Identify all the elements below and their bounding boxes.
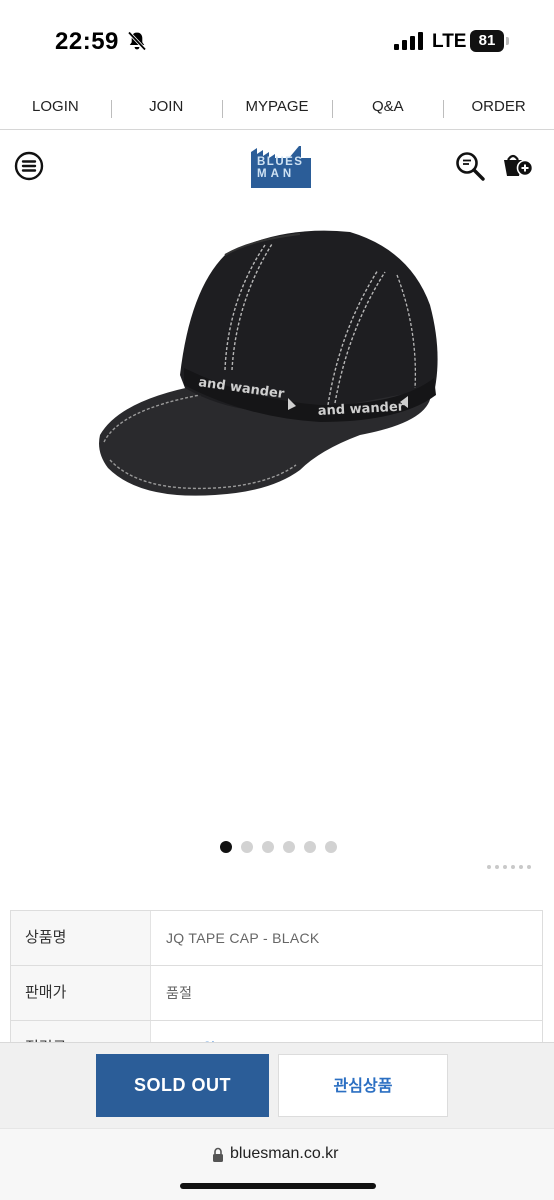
carousel-dot-5[interactable] <box>304 841 316 853</box>
carousel-dot-6[interactable] <box>325 841 337 853</box>
carousel-dots <box>220 841 337 853</box>
info-label-name: 상품명 <box>11 911 151 965</box>
product-image[interactable]: and wander and wander <box>0 210 554 820</box>
nav-mypage[interactable]: MYPAGE <box>221 98 333 118</box>
nav-qna[interactable]: Q&A <box>332 98 443 118</box>
status-time: 22:59 <box>55 28 119 55</box>
network-label: LTE <box>432 31 467 52</box>
carousel-dot-1[interactable] <box>220 841 232 853</box>
more-options-icon[interactable] <box>487 865 533 871</box>
sold-out-button[interactable]: SOLD OUT <box>96 1054 269 1117</box>
search-icon[interactable] <box>455 151 485 181</box>
status-bar: 22:59 LTE 81 <box>0 0 554 80</box>
info-value-price: 품절 <box>166 985 193 1001</box>
url-text: bluesman.co.kr <box>230 1145 339 1162</box>
carousel-dot-3[interactable] <box>262 841 274 853</box>
battery-tip <box>506 37 509 45</box>
nav-login[interactable]: LOGIN <box>0 98 111 115</box>
logo-line1: BLUES <box>257 156 304 168</box>
browser-address-bar[interactable]: bluesman.co.kr <box>0 1128 554 1200</box>
logo-text: BLUES MAN <box>257 156 303 180</box>
info-label-price: 판매가 <box>11 966 151 1020</box>
home-indicator[interactable] <box>180 1183 376 1189</box>
logo-line2: MAN <box>257 168 296 180</box>
site-header: BLUES MAN <box>0 131 554 203</box>
lock-icon <box>213 1147 223 1162</box>
battery-icon: 81 <box>470 30 510 52</box>
info-value-name: JQ TAPE CAP - BLACK <box>166 930 320 946</box>
carousel-dot-2[interactable] <box>241 841 253 853</box>
menu-icon[interactable] <box>14 151 44 181</box>
bell-muted-icon <box>127 31 147 51</box>
info-row-name: 상품명 JQ TAPE CAP - BLACK <box>11 911 542 966</box>
cart-add-icon[interactable] <box>502 151 534 181</box>
action-bar: SOLD OUT 관심상품 <box>0 1042 554 1128</box>
nav-join[interactable]: JOIN <box>110 98 222 118</box>
cap-illustration: and wander and wander <box>99 230 438 496</box>
top-nav: LOGIN JOIN MYPAGE Q&A ORDER <box>0 84 554 130</box>
info-row-price: 판매가 품절 <box>11 966 542 1021</box>
site-logo[interactable]: BLUES MAN <box>251 146 311 188</box>
signal-icon <box>394 32 423 50</box>
wishlist-button[interactable]: 관심상품 <box>278 1054 448 1117</box>
nav-order[interactable]: ORDER <box>443 98 554 118</box>
carousel-dot-4[interactable] <box>283 841 295 853</box>
battery-level: 81 <box>470 30 504 52</box>
